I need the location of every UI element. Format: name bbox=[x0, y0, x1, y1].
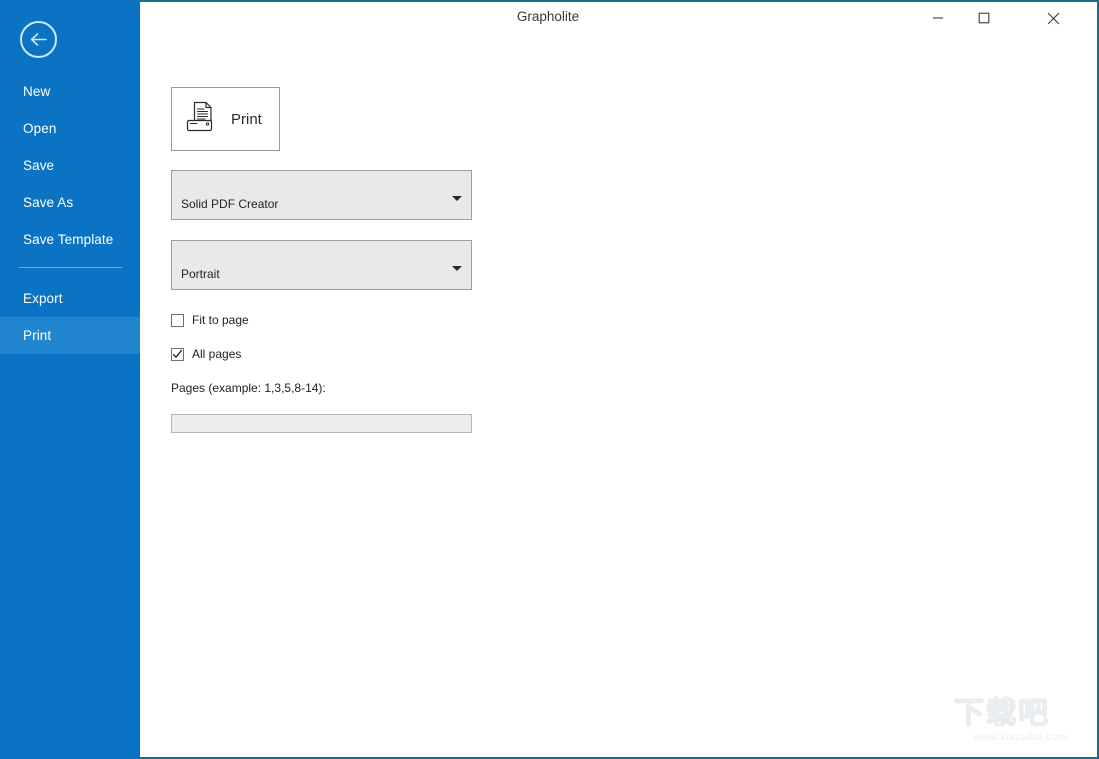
all-pages-checkbox[interactable]: All pages bbox=[171, 347, 241, 361]
sidebar-item-save[interactable]: Save bbox=[0, 147, 140, 184]
print-pane: Grapholite Print Solid PDF Creator Portr… bbox=[140, 0, 1099, 759]
chevron-down-icon bbox=[452, 266, 462, 271]
minimize-icon bbox=[932, 12, 944, 24]
sidebar-item-label: Save bbox=[23, 158, 55, 173]
sidebar-item-save-as[interactable]: Save As bbox=[0, 184, 140, 221]
back-arrow-button[interactable] bbox=[20, 21, 57, 58]
sidebar-item-label: Export bbox=[23, 291, 63, 306]
fit-to-page-label: Fit to page bbox=[192, 313, 249, 327]
sidebar-item-open[interactable]: Open bbox=[0, 110, 140, 147]
print-button-label: Print bbox=[231, 110, 262, 128]
printer-select[interactable]: Solid PDF Creator bbox=[171, 170, 472, 220]
sidebar-item-label: New bbox=[23, 84, 51, 99]
orientation-select[interactable]: Portrait bbox=[171, 240, 472, 290]
checkbox-box bbox=[171, 347, 184, 361]
sidebar-item-save-template[interactable]: Save Template bbox=[0, 221, 140, 258]
title-bar: Grapholite bbox=[140, 2, 1099, 34]
all-pages-label: All pages bbox=[192, 347, 242, 361]
orientation-select-value: Portrait bbox=[181, 267, 220, 281]
sidebar-item-new[interactable]: New bbox=[0, 73, 140, 110]
print-button[interactable]: Print bbox=[171, 87, 280, 151]
checkbox-box bbox=[171, 313, 184, 327]
sidebar-item-export[interactable]: Export bbox=[0, 280, 140, 317]
sidebar-item-print[interactable]: Print bbox=[0, 317, 140, 354]
chevron-down-icon bbox=[452, 196, 462, 201]
application-window: New Open Save Save As Save Template Expo… bbox=[0, 0, 1099, 759]
sidebar-item-label: Open bbox=[23, 121, 57, 136]
sidebar-divider bbox=[19, 267, 122, 268]
close-button[interactable] bbox=[1030, 2, 1076, 34]
watermark-mark-text: 下载吧 bbox=[953, 696, 1050, 730]
checkmark-icon bbox=[172, 349, 183, 360]
maximize-icon bbox=[978, 12, 990, 24]
minimize-button[interactable] bbox=[915, 2, 961, 34]
pages-range-input[interactable] bbox=[171, 414, 472, 433]
close-icon bbox=[1047, 12, 1060, 25]
back-arrow-icon bbox=[29, 32, 48, 47]
window-title: Grapholite bbox=[516, 9, 580, 24]
backstage-sidebar: New Open Save Save As Save Template Expo… bbox=[0, 0, 140, 759]
watermark-url-text: www.xiazaiba.com bbox=[974, 731, 1067, 743]
sidebar-item-label: Save As bbox=[23, 195, 74, 210]
site-watermark: 下载吧 www.xiazaiba.com bbox=[953, 696, 1087, 749]
maximize-button[interactable] bbox=[961, 2, 1007, 34]
printer-select-value: Solid PDF Creator bbox=[181, 197, 279, 211]
sidebar-item-label: Print bbox=[23, 328, 52, 343]
pages-range-label: Pages (example: 1,3,5,8-14): bbox=[171, 381, 326, 395]
sidebar-item-label: Save Template bbox=[23, 232, 114, 247]
printer-icon bbox=[185, 101, 219, 138]
fit-to-page-checkbox[interactable]: Fit to page bbox=[171, 313, 249, 327]
